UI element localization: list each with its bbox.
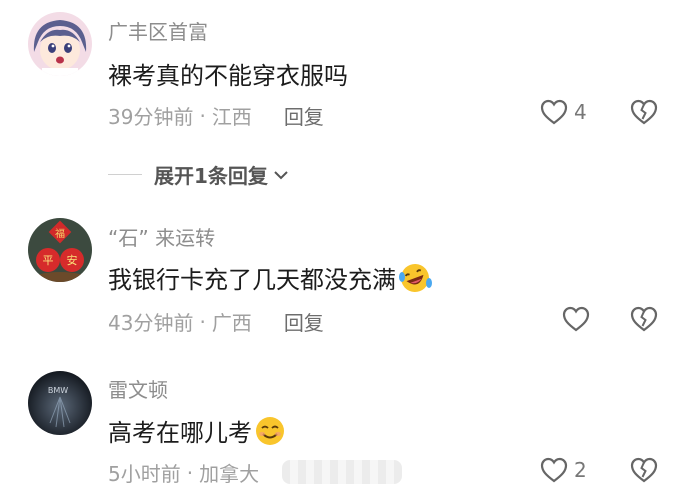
heart-icon: [540, 457, 568, 483]
username[interactable]: “石” 来运转: [108, 222, 215, 251]
fu-character: 福: [55, 227, 65, 240]
username[interactable]: 雷文顿: [108, 374, 168, 403]
expand-replies-button[interactable]: 展开1条回复: [108, 160, 290, 189]
comment-meta: 43分钟前 · 广西 回复: [108, 307, 324, 336]
smiling-emoji-icon: [256, 416, 284, 445]
chevron-down-icon: [274, 170, 288, 179]
expand-divider: [108, 174, 142, 175]
comment-text: 高考在哪儿考: [108, 413, 286, 448]
dislike-button[interactable]: [630, 306, 658, 336]
meta-separator: ·: [199, 309, 206, 334]
heart-icon: [540, 99, 568, 125]
comment-text-content: 我银行卡充了几天都没充满: [108, 266, 396, 294]
comment-text: 裸考真的不能穿衣服吗: [108, 56, 348, 91]
comment-time: 43分钟前: [108, 311, 194, 335]
broken-heart-icon: [630, 99, 658, 125]
comment-meta: 5小时前 · 加拿大: [108, 458, 259, 487]
broken-heart-icon: [630, 306, 658, 332]
avatar[interactable]: [28, 12, 92, 76]
meta-separator: ·: [199, 103, 206, 128]
comment-text-content: 裸考真的不能穿衣服吗: [108, 62, 348, 90]
like-button[interactable]: [562, 306, 596, 332]
like-count: 4: [574, 100, 587, 124]
like-count: 2: [574, 458, 587, 482]
username[interactable]: 广丰区首富: [108, 16, 208, 45]
comment-location: 广西: [211, 311, 252, 335]
avatar[interactable]: 福 平 安: [28, 218, 92, 282]
reply-button[interactable]: 回复: [284, 101, 324, 130]
avatar[interactable]: BMW: [28, 371, 92, 435]
comment-meta: 39分钟前 · 江西 回复: [108, 101, 324, 130]
dislike-button[interactable]: [630, 99, 658, 129]
bmw-logo-icon: BMW: [28, 371, 92, 435]
expand-replies-label: 展开1条回复: [154, 164, 268, 188]
meta-separator: ·: [186, 460, 194, 485]
reply-button[interactable]: 回复: [284, 307, 324, 336]
comment-time: 5小时前: [108, 462, 181, 486]
comment-location: 加拿大: [199, 462, 260, 486]
like-button[interactable]: 2: [540, 457, 587, 483]
an-character: 安: [67, 253, 78, 267]
ping-character: 平: [43, 254, 54, 267]
comment-text: 我银行卡充了几天都没充满: [108, 260, 432, 295]
comment-location: 江西: [211, 105, 252, 129]
laughing-crying-emoji-icon: [399, 263, 432, 292]
blurred-content: [282, 460, 402, 484]
anime-girl-avatar-icon: [28, 12, 92, 76]
heart-icon: [562, 306, 590, 332]
dislike-button[interactable]: [630, 457, 658, 487]
broken-heart-icon: [630, 457, 658, 483]
ping-an-apples-icon: 福 平 安: [28, 218, 92, 282]
comment-text-content: 高考在哪儿考: [108, 419, 252, 447]
like-button[interactable]: 4: [540, 99, 587, 125]
comment-time: 39分钟前: [108, 105, 194, 129]
bmw-text: BMW: [48, 386, 68, 395]
